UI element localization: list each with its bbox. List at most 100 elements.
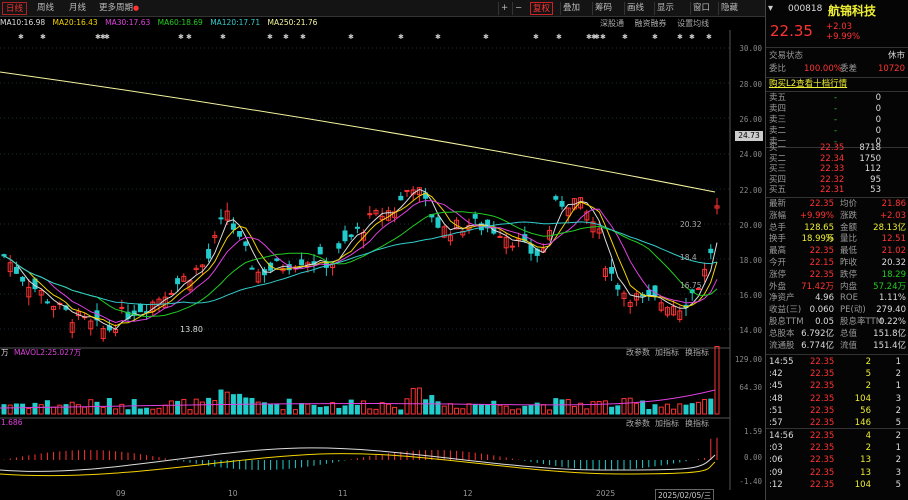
stat-label: 股息率TTM [840,317,884,327]
level2-link[interactable]: 购买L2查看十档行情 [769,79,847,90]
volume-bar [249,397,255,415]
price-tick: 20.00 [739,221,762,230]
volume-bar [404,398,410,415]
volume-bar [292,409,298,415]
menu-icon[interactable]: ▾ [768,3,773,14]
volume-bar [311,404,317,415]
draw-button[interactable]: 画线 [624,2,646,15]
macd-tick: 1.59 [743,427,762,436]
bid-price: 22.31 [820,185,845,195]
volume-bar [571,405,577,415]
candle-body [274,258,280,261]
bid-row: 买三 22.33 112 [766,164,908,175]
macd-tick: 0.00 [743,453,762,462]
ask-bar: - [834,104,838,114]
sub-toolbar: 深股通 融资融券 设置均线 [600,18,709,30]
display-button[interactable]: 显示 [654,2,676,15]
zoom-out-button[interactable]: − [512,2,524,15]
volume-bar [361,400,367,415]
price-pct: +9.99% [826,32,861,42]
stat-value: 1.11% [878,293,906,304]
volume-bar [193,398,199,415]
margin-button[interactable]: 融资融券 [635,19,667,28]
ask-label: 卖二 [769,126,787,136]
volume-bar [218,389,224,415]
tick-volume: 13 [860,467,871,478]
overlay-button[interactable]: 叠加 [560,2,582,15]
zoom-in-button[interactable]: + [498,2,510,15]
tick-time: :48 [769,393,783,404]
stat-value: 71.42万 [801,281,834,292]
candle-body [20,276,26,282]
macd-params-button[interactable]: 改参数 [626,418,650,429]
volume-bar [497,404,503,415]
volume-bar [547,409,553,415]
vol-switch-indicator-button[interactable]: 换指标 [685,347,709,358]
hide-button[interactable]: 隐藏 [718,2,740,15]
candle-body [354,226,360,229]
tick-row: 14:55 22.35 2 1 [766,357,908,368]
macd-add-indicator-button[interactable]: 加指标 [655,418,679,429]
volume-bar [460,408,466,415]
stat-label: 流通股 [769,340,795,351]
tick-volume: 2 [865,443,871,454]
volume-bar [565,399,571,415]
x-tick: 10 [228,489,238,498]
hk-connect-button[interactable]: 深股通 [600,19,624,28]
ask-volume: 0 [875,93,881,103]
candle-body [609,267,615,274]
chips-button[interactable]: 筹码 [592,2,614,15]
event-marker: ✱ [533,33,539,41]
volume-bar [299,403,305,415]
ma-settings-button[interactable]: 设置均线 [677,19,709,28]
candle-body [44,301,50,304]
stat-row: 最高 22.35 最低 21.02 [766,246,908,257]
volume-bar [26,408,32,415]
stat-value: 12.51 [881,234,906,245]
kline-chart[interactable]: ✱ ✱ ✱ ✱✱ ✱ ✱ ✱ ✱ ✱ ✱ ✱ ✱ ✱ ✱ ✱ ✱ ✱ ✱✱ ✱ ✱ ✱ ✱ ✱ ✱ [0,30,765,490]
bid-label: 买四 [769,174,787,185]
volume-bar [646,408,652,415]
ma-legend: MA10:16.98 MA20:16.43 MA30:17.63 MA60:18… [0,18,322,30]
bid-volume: 95 [870,174,881,185]
volume-bar [199,401,205,415]
volume-bar [522,405,528,415]
tab-weekly[interactable]: 周线 [34,2,57,15]
window-button[interactable]: 窗口 [690,2,712,15]
tick-time: :12 [769,479,783,490]
stat-label: 总股本 [769,328,795,339]
volume-bar [596,401,602,415]
vol-params-button[interactable]: 改参数 [626,347,650,358]
price-tick: 30.00 [739,44,762,53]
macd-switch-indicator-button[interactable]: 换指标 [685,418,709,429]
volume-bar [187,409,193,415]
candle-body [168,292,174,295]
volume-bar [280,409,286,415]
volume-bar [373,408,379,415]
tick-price: 22.35 [810,443,835,454]
tab-daily[interactable]: 日线 [2,2,28,15]
stat-row: 股息TTM 0.05 股息率TTM 0.22% [766,317,908,328]
candle-body [348,234,354,237]
tick-count: 1 [895,357,901,367]
candle-body [708,248,714,254]
tab-monthly[interactable]: 月线 [66,2,89,15]
candle-body [137,304,143,313]
tick-count: 3 [895,393,901,404]
bid-volume: 1750 [859,153,881,164]
volume-bar [20,403,26,415]
stat-label: 最低 [840,246,858,257]
volume-bar [429,395,435,415]
stat-label: 内盘 [840,281,858,292]
tick-row: :42 22.35 5 2 [766,369,908,380]
volume-bar [94,401,100,415]
volume-bar [113,408,119,415]
vol-add-indicator-button[interactable]: 加指标 [655,347,679,358]
stat-value: +9.99% [799,210,834,221]
stat-value: 151.8亿 [873,328,906,339]
candle-body [342,230,348,242]
volume-bar [38,404,44,415]
tab-more-periods[interactable]: 更多周期● [96,2,142,15]
candle-body [218,217,224,220]
adjust-button[interactable]: 复权 [530,2,554,15]
